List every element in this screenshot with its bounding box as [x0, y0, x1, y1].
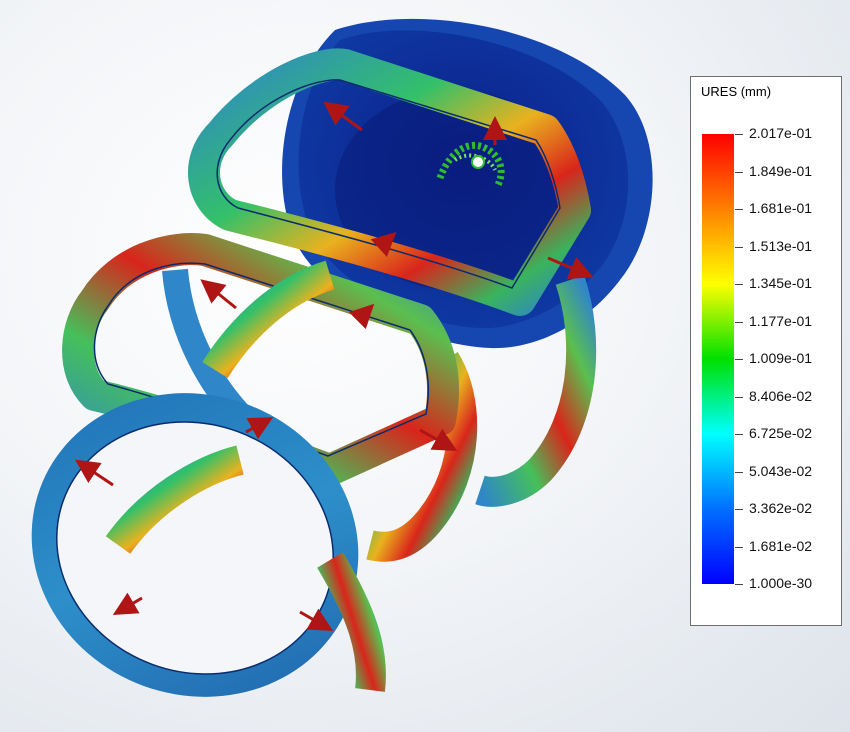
legend-tick-mark	[735, 584, 743, 585]
legend-color-bar	[702, 134, 734, 584]
legend-tick-mark	[735, 359, 743, 360]
legend-tick-label: 1.681e-02	[749, 537, 813, 554]
legend-tick-mark	[735, 396, 743, 398]
legend-tick-mark	[735, 134, 743, 135]
legend-tick-label: 1.345e-01	[749, 275, 813, 291]
results-legend: URES (mm) 2.017e-01 1.849e-01 1.681e-01 1.5…	[690, 76, 842, 626]
legend-tick-mark	[735, 171, 743, 173]
legend-tick-mark	[735, 284, 743, 285]
legend-tick-label: 2.017e-01	[749, 125, 813, 141]
legend-tick-mark	[735, 209, 743, 210]
legend-tick-mark	[735, 509, 743, 510]
legend-tick-mark	[735, 471, 743, 473]
legend-tick-mark	[735, 546, 743, 548]
legend-tick-label: 1.681e-01	[749, 200, 813, 216]
legend-tick-mark	[735, 246, 743, 248]
legend-tick-mark	[735, 321, 743, 323]
legend-tick-label: 8.406e-02	[749, 387, 813, 404]
legend-tick-label: 6.725e-02	[749, 425, 813, 441]
legend-title: URES (mm)	[701, 84, 772, 99]
legend-tick-label: 1.177e-01	[749, 312, 813, 329]
legend-tick-label: 3.362e-02	[749, 500, 813, 516]
legend-tick-mark	[735, 434, 743, 435]
legend-tick-label: 5.043e-02	[749, 462, 813, 479]
legend-tick-label: 1.000e-30	[749, 575, 813, 591]
legend-tick-label: 1.513e-01	[749, 237, 813, 254]
legend-tick-label: 1.009e-01	[749, 350, 813, 366]
legend-tick-label: 1.849e-01	[749, 162, 813, 179]
front-end-ring	[31, 393, 386, 697]
